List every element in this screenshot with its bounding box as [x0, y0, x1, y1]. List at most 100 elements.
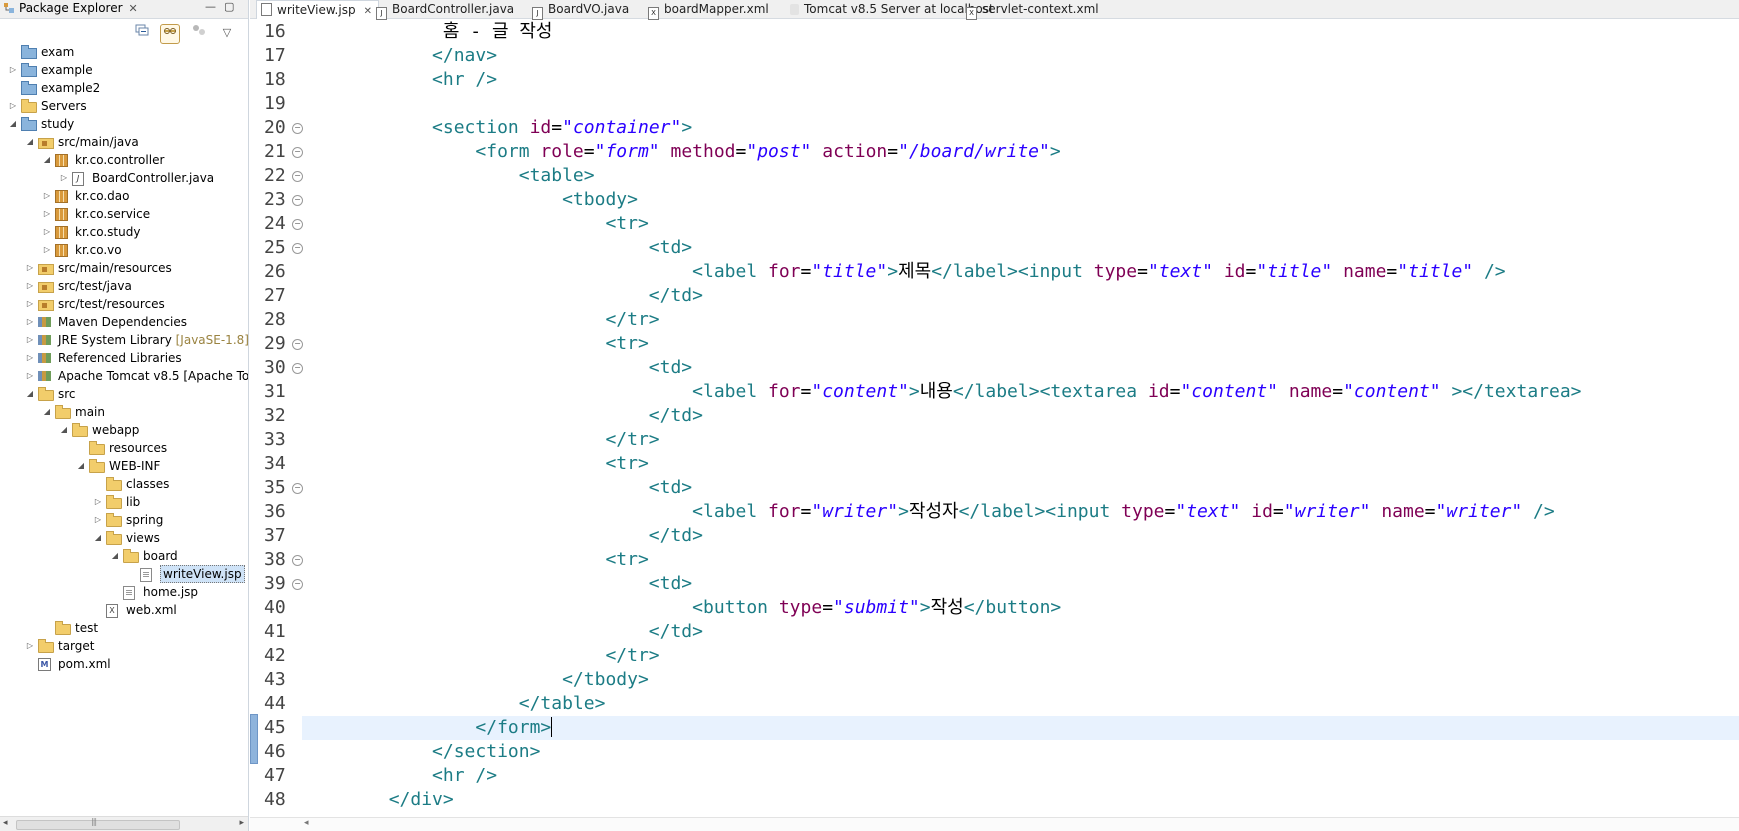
tree-item[interactable]: classes	[0, 475, 248, 493]
collapse-arrow-icon[interactable]: ◢	[42, 151, 52, 169]
code-editor[interactable]: 16 17 18 19 20−21−22−23−24−25−26 27 28 29−30−31…	[250, 20, 1739, 818]
code-line[interactable]: <form role="form" method="post" action="…	[302, 140, 1739, 164]
collapse-arrow-icon[interactable]: ◢	[110, 547, 120, 565]
code-line[interactable]: <tbody>	[302, 188, 1739, 212]
editor-tab[interactable]: Tomcat v8.5 Server at localhost	[790, 0, 994, 18]
tree-item[interactable]: ▷ src/main/resources	[0, 259, 248, 277]
code-line[interactable]: </form>	[302, 716, 1739, 740]
tree-item[interactable]: ▷ src/test/resources	[0, 295, 248, 313]
code-line[interactable]: <label for="content">내용</label><textarea…	[302, 380, 1739, 404]
tree-item[interactable]: ▷ spring	[0, 511, 248, 529]
tree-item[interactable]: example2	[0, 79, 248, 97]
tree-item[interactable]: ◢ WEB-INF	[0, 457, 248, 475]
code-line[interactable]	[302, 92, 1739, 116]
tree-item[interactable]: ▷ target	[0, 637, 248, 655]
editor-tab[interactable]: XboardMapper.xml	[648, 0, 769, 20]
expand-arrow-icon[interactable]: ▷	[25, 295, 35, 313]
tree-item[interactable]: ▷ J BoardController.java	[0, 169, 248, 187]
expand-arrow-icon[interactable]: ▷	[25, 331, 35, 349]
tree-item[interactable]: ▷ kr.co.service	[0, 205, 248, 223]
expand-arrow-icon[interactable]: ▷	[25, 313, 35, 331]
code-line[interactable]: </tr>	[302, 428, 1739, 452]
explorer-horizontal-scrollbar[interactable]: ◂ ▸	[0, 816, 248, 831]
code-line[interactable]: <button type="submit">작성</button>	[302, 596, 1739, 620]
code-line[interactable]: </td>	[302, 284, 1739, 308]
code-line[interactable]: </tr>	[302, 644, 1739, 668]
tree-item[interactable]: ◢ webapp	[0, 421, 248, 439]
tree-item[interactable]: ▷ Apache Tomcat v8.5 [Apache Tom	[0, 367, 248, 385]
code-line[interactable]: <tr>	[302, 548, 1739, 572]
view-menu-chevron-down-icon[interactable]: ▽	[218, 24, 236, 42]
code-line[interactable]: <label for="title">제목</label><input type…	[302, 260, 1739, 284]
code-line[interactable]: <td>	[302, 476, 1739, 500]
code-line[interactable]: <td>	[302, 356, 1739, 380]
tree-item[interactable]: ◢ src/main/java	[0, 133, 248, 151]
collapse-arrow-icon[interactable]: ◢	[8, 115, 18, 133]
code-line[interactable]: <td>	[302, 236, 1739, 260]
collapse-arrow-icon[interactable]: ◢	[59, 421, 69, 439]
tree-item[interactable]: ▷ lib	[0, 493, 248, 511]
tree-item[interactable]: ◢ board	[0, 547, 248, 565]
tree-item[interactable]: home.jsp	[0, 583, 248, 601]
focus-on-active-task-icon[interactable]	[190, 24, 208, 42]
code-line[interactable]: <table>	[302, 164, 1739, 188]
editor-tab[interactable]: Xservlet-context.xml	[966, 0, 1099, 20]
tree-item[interactable]: writeView.jsp	[0, 565, 248, 583]
code-line[interactable]: 홈 - 글 작성	[302, 20, 1739, 44]
tree-item[interactable]: ▷ kr.co.vo	[0, 241, 248, 259]
expand-arrow-icon[interactable]: ▷	[59, 169, 69, 187]
collapse-arrow-icon[interactable]: ◢	[76, 457, 86, 475]
collapse-arrow-icon[interactable]: ◢	[25, 385, 35, 403]
tree-item[interactable]: ▷ src/test/java	[0, 277, 248, 295]
tree-item[interactable]: exam	[0, 43, 248, 61]
code-line[interactable]: </div>	[302, 788, 1739, 812]
expand-arrow-icon[interactable]: ▷	[8, 97, 18, 115]
tree-item[interactable]: ◢ main	[0, 403, 248, 421]
expand-arrow-icon[interactable]: ▷	[93, 511, 103, 529]
editor-tab[interactable]: J BoardController.java	[376, 0, 514, 20]
tree-item[interactable]: ▷ Referenced Libraries	[0, 349, 248, 367]
tree-item[interactable]: Xweb.xml	[0, 601, 248, 619]
tree-item[interactable]: ▷ example	[0, 61, 248, 79]
code-line[interactable]: <td>	[302, 572, 1739, 596]
tree-item[interactable]: ▷ kr.co.dao	[0, 187, 248, 205]
package-explorer-tab[interactable]: Package Explorer ✕	[3, 1, 138, 15]
close-tab-icon[interactable]: ✕	[364, 6, 372, 17]
tree-item[interactable]: ◢ views	[0, 529, 248, 547]
scroll-left-icon[interactable]: ◂	[3, 818, 8, 828]
expand-arrow-icon[interactable]: ▷	[25, 277, 35, 295]
expand-arrow-icon[interactable]: ▷	[8, 61, 18, 79]
maximize-icon[interactable]: ▢	[224, 0, 234, 13]
tree-item[interactable]: test	[0, 619, 248, 637]
collapse-arrow-icon[interactable]: ◢	[25, 133, 35, 151]
collapse-all-icon[interactable]	[133, 24, 151, 42]
editor-tab[interactable]: J BoardVO.java	[532, 0, 629, 20]
expand-arrow-icon[interactable]: ▷	[25, 259, 35, 277]
tree-item[interactable]: resources	[0, 439, 248, 457]
tree-item[interactable]: ◢ study	[0, 115, 248, 133]
code-line[interactable]: </section>	[302, 740, 1739, 764]
code-line[interactable]: <tr>	[302, 212, 1739, 236]
expand-arrow-icon[interactable]: ▷	[42, 223, 52, 241]
code-line[interactable]: <hr />	[302, 764, 1739, 788]
code-line[interactable]: <section id="container">	[302, 116, 1739, 140]
expand-arrow-icon[interactable]: ▷	[42, 205, 52, 223]
link-with-editor-icon[interactable]	[160, 24, 181, 44]
code-line[interactable]: </td>	[302, 620, 1739, 644]
scroll-left-icon[interactable]: ◂	[304, 818, 309, 828]
tree-item[interactable]: ▷ JRE System Library [JavaSE-1.8]	[0, 331, 248, 349]
expand-arrow-icon[interactable]: ▷	[25, 349, 35, 367]
tree-item[interactable]: ▷ Servers	[0, 97, 248, 115]
code-line[interactable]: </tbody>	[302, 668, 1739, 692]
scroll-right-icon[interactable]: ▸	[239, 818, 244, 828]
tree-item[interactable]: ◢ kr.co.controller	[0, 151, 248, 169]
expand-arrow-icon[interactable]: ▷	[42, 241, 52, 259]
expand-arrow-icon[interactable]: ▷	[93, 493, 103, 511]
editor-tab[interactable]: writeView.jsp ✕	[256, 0, 379, 19]
tree-item[interactable]: Mpom.xml	[0, 655, 248, 673]
minimize-icon[interactable]: —	[205, 0, 216, 13]
code-line[interactable]: </tr>	[302, 308, 1739, 332]
code-line[interactable]: <tr>	[302, 452, 1739, 476]
scrollbar-thumb[interactable]	[16, 817, 180, 830]
code-line[interactable]: </td>	[302, 404, 1739, 428]
